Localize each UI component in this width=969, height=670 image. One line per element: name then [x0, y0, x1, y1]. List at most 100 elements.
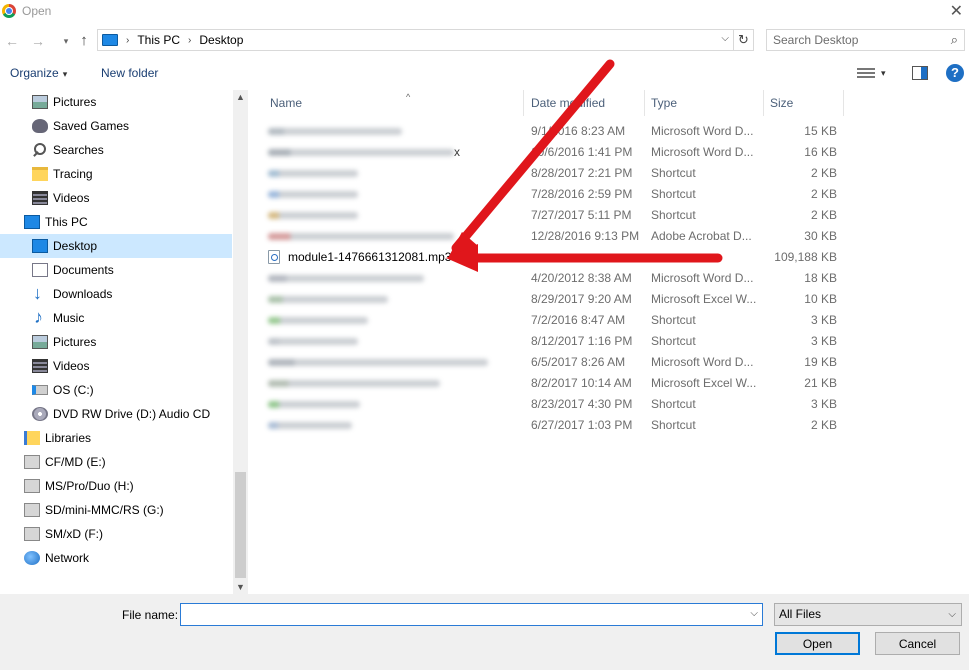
sidebar-item-label: Searches [53, 143, 104, 157]
sidebar-item-desktop[interactable]: Desktop [0, 234, 232, 258]
open-button[interactable]: Open [775, 632, 860, 655]
address-bar[interactable]: › This PC › Desktop ⌵ [97, 29, 734, 51]
file-row[interactable]: 8/28/2017 2:21 PM Shortcut 2 KB [264, 163, 844, 184]
sidebar-item-ms-pro-duo-h[interactable]: MS/Pro/Duo (H:) [0, 474, 232, 498]
scroll-up-icon[interactable]: ▲ [233, 92, 248, 102]
sidebar-item-pictures[interactable]: Pictures [0, 90, 232, 114]
organize-button[interactable]: Organize ▾ [10, 66, 67, 80]
file-row[interactable]: 7/28/2016 2:59 PM Shortcut 2 KB [264, 184, 844, 205]
file-row[interactable]: 7/27/2017 5:11 PM Shortcut 2 KB [264, 205, 844, 226]
navigation-pane: Pictures Saved Games Searches Tracing Videos… [0, 90, 233, 594]
refresh-button[interactable]: ↻ [734, 29, 754, 51]
column-header-date[interactable]: Date modified [525, 90, 645, 116]
breadcrumb-desktop[interactable]: Desktop [199, 33, 243, 47]
breadcrumb-this-pc[interactable]: This PC [137, 33, 180, 47]
downloads-icon [32, 283, 48, 304]
close-window-button[interactable]: ✕ [950, 1, 963, 21]
file-size-cell: 109,188 KB [774, 250, 837, 264]
sidebar-item-label: CF/MD (E:) [45, 455, 106, 469]
file-type-filter[interactable]: All Files ⌵ [774, 603, 962, 626]
file-row[interactable]: 4/20/2012 8:38 AM Microsoft Word D... 18 K… [264, 268, 844, 289]
column-header-name[interactable]: Name ^ [264, 90, 524, 116]
sidebar-item-label: SD/mini-MMC/RS (G:) [45, 503, 164, 517]
removable-drive-icon [24, 455, 40, 469]
libraries-icon [24, 431, 40, 445]
file-row[interactable]: 6/5/2017 8:26 AM Microsoft Word D... 19 KB [264, 352, 844, 373]
up-button[interactable]: ↑ [74, 31, 94, 51]
file-row[interactable]: x 10/6/2016 1:41 PM Microsoft Word D... 16 … [264, 142, 844, 163]
sidebar-item-label: Pictures [53, 95, 97, 109]
sidebar-item-tracing[interactable]: Tracing [0, 162, 232, 186]
sidebar-item-label: Pictures [53, 335, 97, 349]
file-name-input[interactable] [181, 604, 741, 625]
sidebar-item-this-pc[interactable]: This PC [0, 210, 232, 234]
sidebar-item-label: This PC [45, 215, 88, 229]
file-row[interactable]: 6/27/2017 1:03 PM Shortcut 2 KB [264, 415, 844, 436]
back-button[interactable]: ← [2, 31, 22, 51]
file-type-dropdown-icon[interactable]: ⌵ [948, 604, 956, 625]
sidebar-item-videos[interactable]: Videos [0, 354, 232, 378]
videos-icon [32, 191, 48, 205]
redacted-file-name [268, 191, 358, 198]
file-type-cell: Shortcut [651, 208, 696, 222]
sidebar-item-documents[interactable]: Documents [0, 258, 232, 282]
network-icon [24, 551, 40, 565]
file-type-filter-value: All Files [779, 607, 822, 621]
file-date-cell: 8/12/2017 1:16 PM [531, 334, 633, 348]
redacted-file-name [268, 401, 360, 408]
file-date-cell: 6/27/2017 1:03 PM [531, 418, 633, 432]
file-type-cell: Shortcut [651, 313, 696, 327]
recent-locations-chevron-icon[interactable]: ▾ [56, 31, 76, 51]
sidebar-item-sd-mini-mmc-rs-g[interactable]: SD/mini-MMC/RS (G:) [0, 498, 232, 522]
file-size-cell: 15 KB [804, 124, 837, 138]
column-header-type[interactable]: Type [645, 90, 764, 116]
file-type-cell [651, 247, 766, 268]
sidebar-item-label: DVD RW Drive (D:) Audio CD [53, 407, 211, 421]
sidebar-item-dvd-rw-drive-d-audio-cd[interactable]: DVD RW Drive (D:) Audio CD [0, 402, 232, 426]
file-row[interactable]: 12/28/2016 9:13 PM Adobe Acrobat D... 30 K… [264, 226, 844, 247]
file-name-cell [268, 331, 526, 352]
sidebar-item-pictures[interactable]: Pictures [0, 330, 232, 354]
help-icon[interactable]: ? [946, 64, 964, 82]
this-pc-icon [102, 34, 118, 46]
address-dropdown-icon[interactable]: ⌵ [721, 33, 729, 44]
redacted-file-name [268, 275, 424, 282]
search-input[interactable] [773, 30, 943, 50]
sidebar-item-network[interactable]: Network [0, 546, 232, 570]
sidebar-item-saved-games[interactable]: Saved Games [0, 114, 232, 138]
navigation-scrollbar[interactable]: ▲ ▼ [233, 90, 248, 594]
sidebar-item-music[interactable]: Music [0, 306, 232, 330]
sidebar-item-videos[interactable]: Videos [0, 186, 232, 210]
view-options-caret-icon[interactable]: ▾ [881, 68, 886, 79]
file-name-dropdown-icon[interactable]: ⌵ [750, 608, 758, 619]
file-row[interactable]: module1-1476661312081.mp3 109,188 KB [264, 247, 844, 268]
redacted-file-name [268, 149, 454, 156]
file-row[interactable]: 8/29/2017 9:20 AM Microsoft Excel W... 10 … [264, 289, 844, 310]
sidebar-item-cf-md-e[interactable]: CF/MD (E:) [0, 450, 232, 474]
file-row[interactable]: 7/2/2016 8:47 AM Shortcut 3 KB [264, 310, 844, 331]
sidebar-item-os-c[interactable]: OS (C:) [0, 378, 232, 402]
forward-button[interactable]: → [28, 31, 48, 51]
sidebar-item-libraries[interactable]: Libraries [0, 426, 232, 450]
pictures-icon [32, 95, 48, 109]
sidebar-item-downloads[interactable]: Downloads [0, 282, 232, 306]
scroll-thumb[interactable] [235, 472, 246, 578]
file-row[interactable]: 8/12/2017 1:16 PM Shortcut 3 KB [264, 331, 844, 352]
file-name-text: x [454, 145, 460, 159]
sidebar-item-sm-xd-f[interactable]: SM/xD (F:) [0, 522, 232, 546]
searches-icon [32, 143, 48, 157]
sidebar-item-searches[interactable]: Searches [0, 138, 232, 162]
breadcrumb-separator: › [188, 34, 192, 46]
search-box[interactable]: ⌕ [766, 29, 965, 51]
cancel-button[interactable]: Cancel [875, 632, 960, 655]
scroll-down-icon[interactable]: ▼ [233, 582, 248, 592]
search-icon[interactable]: ⌕ [951, 32, 958, 48]
file-row[interactable]: 8/23/2017 4:30 PM Shortcut 3 KB [264, 394, 844, 415]
file-row[interactable]: 8/2/2017 10:14 AM Microsoft Excel W... 21 … [264, 373, 844, 394]
new-folder-button[interactable]: New folder [101, 66, 158, 80]
column-header-size[interactable]: Size [764, 90, 844, 116]
change-view-icon[interactable] [857, 66, 875, 80]
preview-pane-icon[interactable] [912, 66, 928, 80]
file-name-combo[interactable]: ⌵ [180, 603, 763, 626]
file-row[interactable]: 9/1/2016 8:23 AM Microsoft Word D... 15 KB [264, 121, 844, 142]
